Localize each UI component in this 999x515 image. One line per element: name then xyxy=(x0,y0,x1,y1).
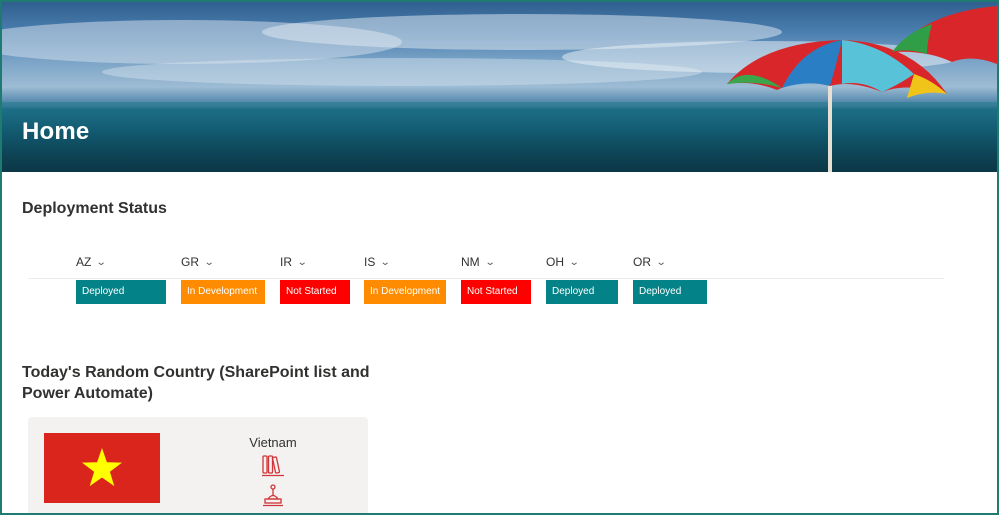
column-header-or[interactable]: OR ⌄ xyxy=(633,255,667,269)
status-badge-gr: In Development xyxy=(181,280,265,304)
column-header-nm[interactable]: NM ⌄ xyxy=(461,255,496,269)
column-header-ir[interactable]: IR ⌄ xyxy=(280,255,308,269)
chevron-down-icon: ⌄ xyxy=(568,256,580,268)
status-badge-az: Deployed xyxy=(76,280,166,304)
column-label: NM xyxy=(461,255,480,269)
deployment-status-heading: Deployment Status xyxy=(22,200,167,217)
chevron-down-icon: ⌄ xyxy=(380,256,391,268)
vietnam-flag-image xyxy=(44,433,160,503)
status-badge-ir: Not Started xyxy=(280,280,350,304)
column-label: GR xyxy=(181,255,199,269)
country-card: Vietnam xyxy=(28,417,368,513)
column-header-gr[interactable]: GR ⌄ xyxy=(181,255,215,269)
column-label: OR xyxy=(633,255,651,269)
chevron-down-icon: ⌄ xyxy=(203,256,215,268)
page-title: Home xyxy=(22,118,90,145)
random-country-heading: Today's Random Country (SharePoint list … xyxy=(22,364,370,402)
column-label: OH xyxy=(546,255,564,269)
chevron-down-icon: ⌄ xyxy=(655,256,667,268)
beach-background-image xyxy=(2,6,997,172)
page-frame: Home Deployment Status AZ ⌄ GR ⌄ IR ⌄ IS… xyxy=(0,0,999,515)
column-header-is[interactable]: IS ⌄ xyxy=(364,255,391,269)
chevron-down-icon: ⌄ xyxy=(96,256,107,268)
status-badge-is: In Development xyxy=(364,280,446,304)
column-header-oh[interactable]: OH ⌄ xyxy=(546,255,580,269)
table-row: Deployed In Development Not Started In D… xyxy=(28,279,944,305)
status-badge-nm: Not Started xyxy=(461,280,531,304)
country-name: Vietnam xyxy=(249,435,297,450)
column-label: AZ xyxy=(76,255,92,269)
column-label: IR xyxy=(280,255,292,269)
deployment-status-table: AZ ⌄ GR ⌄ IR ⌄ IS ⌄ NM ⌄ OH ⌄ OR ⌄ Deplo… xyxy=(28,252,944,305)
chevron-down-icon: ⌄ xyxy=(484,256,496,268)
status-table-header: AZ ⌄ GR ⌄ IR ⌄ IS ⌄ NM ⌄ OH ⌄ OR ⌄ xyxy=(28,252,944,279)
column-header-az[interactable]: AZ ⌄ xyxy=(76,255,107,269)
library-icon[interactable] xyxy=(260,453,286,479)
chevron-down-icon: ⌄ xyxy=(296,256,308,268)
monument-icon[interactable] xyxy=(260,483,286,509)
status-badge-oh: Deployed xyxy=(546,280,618,304)
status-badge-or: Deployed xyxy=(633,280,707,304)
hero-banner: Home xyxy=(2,2,997,172)
column-label: IS xyxy=(364,255,376,269)
